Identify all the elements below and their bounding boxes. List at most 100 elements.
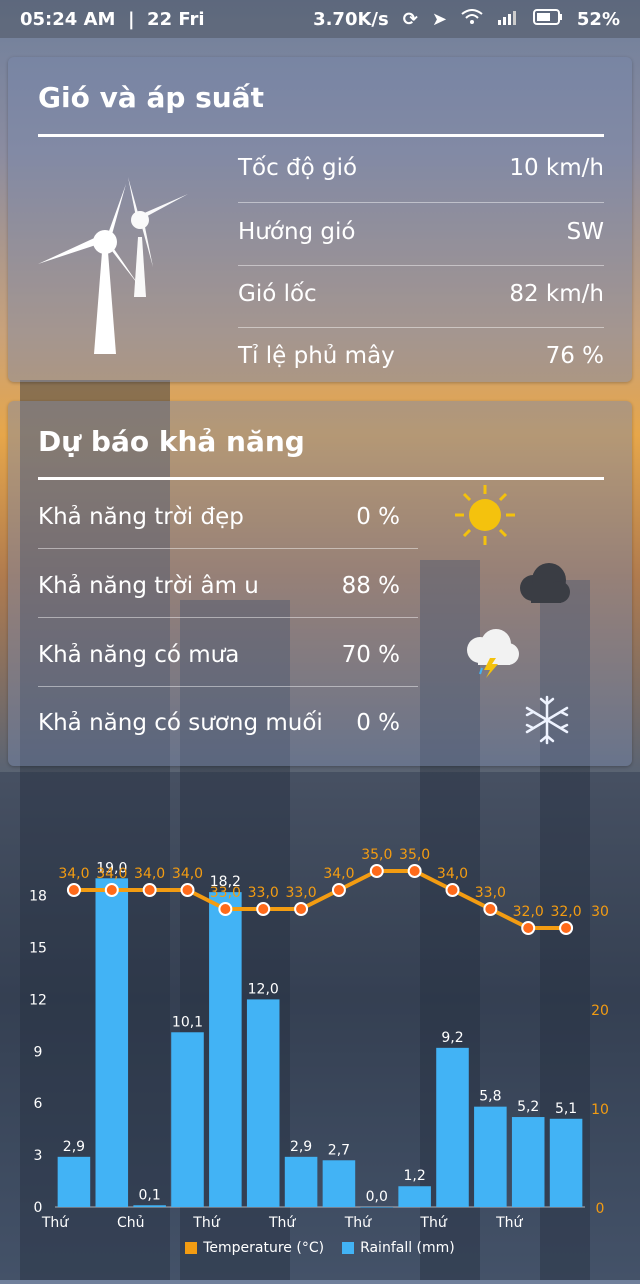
- rainfall-bar: [436, 1047, 469, 1207]
- rainfall-bar: [133, 1205, 166, 1207]
- wind-speed-row: Tốc độ gió 10 km/h: [238, 155, 604, 181]
- temperature-point: [256, 902, 271, 916]
- cloud-cover-row: Tỉ lệ phủ mây 76 %: [238, 343, 604, 369]
- temperature-value-label: 34,0: [172, 866, 203, 882]
- fair-weather-row: Khả năng trời đẹp 0 %: [38, 504, 400, 530]
- rainfall-bar: [284, 1156, 318, 1207]
- temperature-value-label: 34,0: [437, 866, 468, 882]
- wind-gust-label: Gió lốc: [238, 281, 317, 307]
- left-axis-tick: 6: [34, 1096, 43, 1112]
- temperature-point: [483, 902, 498, 916]
- frost-value: 0 %: [356, 710, 400, 736]
- rainfall-bar: [398, 1186, 431, 1207]
- sun-icon: [453, 483, 517, 551]
- wind-card-title: Gió và áp suất: [38, 81, 265, 114]
- rainfall-bar: [246, 999, 280, 1207]
- overcast-label: Khả năng trời âm u: [38, 573, 259, 599]
- temperature-point: [104, 883, 119, 897]
- row-divider: [38, 617, 418, 618]
- left-axis-tick: 9: [34, 1044, 43, 1060]
- temperature-value-label: 34,0: [323, 866, 354, 882]
- battery-icon: [532, 8, 563, 30]
- wind-gust-value: 82 km/h: [509, 281, 604, 307]
- x-axis-tick: Thứ: [41, 1215, 69, 1231]
- temperature-value-label: 33,0: [475, 885, 506, 901]
- rainfall-bar: [474, 1106, 507, 1207]
- wind-speed-label: Tốc độ gió: [238, 155, 358, 181]
- rainfall-bar: [549, 1118, 583, 1207]
- temperature-value-label: 35,0: [399, 847, 430, 863]
- temperature-value-label: 33,0: [210, 885, 241, 901]
- thunderstorm-icon: [460, 626, 522, 682]
- row-divider: [238, 327, 604, 328]
- right-axis-tick: 30: [591, 904, 609, 920]
- legend-rainfall: Rainfall (mm): [342, 1240, 455, 1256]
- row-divider: [38, 686, 418, 687]
- temperature-point: [218, 902, 233, 916]
- wind-pressure-card: Gió và áp suất Tốc độ gió 10 km/h Hướng …: [8, 57, 632, 382]
- x-axis-tick: Thứ: [192, 1215, 220, 1231]
- wind-turbine-icon: [28, 172, 198, 357]
- rainfall-bar: [511, 1117, 545, 1207]
- forecast-card-divider: [38, 477, 604, 480]
- temperature-point: [180, 883, 195, 897]
- x-axis-tick: Thứ: [419, 1215, 447, 1231]
- rain-label: Khả năng có mưa: [38, 642, 240, 668]
- wind-card-divider: [38, 134, 604, 137]
- overcast-value: 88 %: [341, 573, 400, 599]
- cloud-cover-label: Tỉ lệ phủ mây: [238, 343, 395, 369]
- rainfall-bar: [57, 1156, 91, 1207]
- chart-legend: Temperature (°C) Rainfall (mm): [0, 1240, 640, 1256]
- left-axis-tick: 12: [29, 992, 47, 1008]
- wind-direction-row: Hướng gió SW: [238, 219, 604, 245]
- temperature-value-label: 32,0: [550, 904, 581, 920]
- wind-gust-row: Gió lốc 82 km/h: [238, 281, 604, 307]
- cloud-cover-value: 76 %: [545, 343, 604, 369]
- temperature-value-label: 34,0: [134, 866, 165, 882]
- left-axis-tick: 18: [29, 889, 47, 905]
- rainfall-bar: [322, 1160, 356, 1207]
- temperature-value-label: 34,0: [58, 866, 89, 882]
- left-axis-tick: 15: [29, 941, 47, 957]
- status-time-date: 05:24 AM | 22 Fri: [20, 8, 205, 30]
- rainfall-value-label: 5,1: [555, 1101, 577, 1117]
- rainfall-bar: [95, 878, 129, 1207]
- x-axis-tick: Thứ: [268, 1215, 296, 1231]
- left-axis-tick: 0: [34, 1200, 43, 1216]
- temperature-point: [294, 902, 309, 916]
- frost-label: Khả năng có sương muối: [38, 710, 323, 736]
- right-axis-tick: 10: [591, 1102, 609, 1118]
- wifi-icon: [461, 8, 483, 30]
- rainfall-value-label: 5,2: [517, 1099, 539, 1115]
- wind-direction-value: SW: [566, 219, 604, 245]
- right-axis-tick: 20: [591, 1003, 609, 1019]
- wind-direction-label: Hướng gió: [238, 219, 356, 245]
- legend-temperature-swatch: [185, 1242, 198, 1254]
- rainfall-value-label: 2,7: [328, 1142, 350, 1158]
- right-axis-tick: 0: [596, 1201, 605, 1217]
- rainfall-value-label: 1,2: [404, 1168, 426, 1184]
- rainfall-value-label: 0,1: [139, 1187, 161, 1203]
- row-divider: [38, 548, 418, 549]
- rotation-lock-icon: ⟳: [402, 8, 418, 30]
- temperature-value-label: 35,0: [361, 847, 392, 863]
- status-bar: 05:24 AM | 22 Fri 3.70K/s ⟳ ➤ 52%: [0, 0, 640, 38]
- temperature-value-label: 33,0: [285, 885, 316, 901]
- legend-temperature: Temperature (°C): [185, 1240, 324, 1256]
- temperature-point: [445, 883, 460, 897]
- rainfall-value-label: 9,2: [441, 1030, 463, 1046]
- legend-rainfall-label: Rainfall (mm): [360, 1240, 455, 1256]
- temperature-value-label: 34,0: [96, 866, 127, 882]
- row-divider: [238, 202, 604, 203]
- status-icons: 3.70K/s ⟳ ➤ 52%: [313, 8, 620, 30]
- rain-temperature-chart: 036912151801020302,919,00,110,118,212,02…: [29, 847, 609, 1231]
- temperature-point: [559, 921, 574, 935]
- row-divider: [238, 265, 604, 266]
- rain-temperature-chart-panel: 0 3 6 9 12 15 18 0 10 20 30 2,9 19,0 0,1 10,1 18,2 12,0 2…: [0, 772, 640, 1280]
- left-axis-tick: 3: [34, 1148, 43, 1164]
- rainfall-bar: [209, 892, 242, 1207]
- temperature-point: [521, 921, 536, 935]
- overcast-row: Khả năng trời âm u 88 %: [38, 573, 400, 599]
- rain-row: Khả năng có mưa 70 %: [38, 642, 400, 668]
- temperature-point: [142, 883, 157, 897]
